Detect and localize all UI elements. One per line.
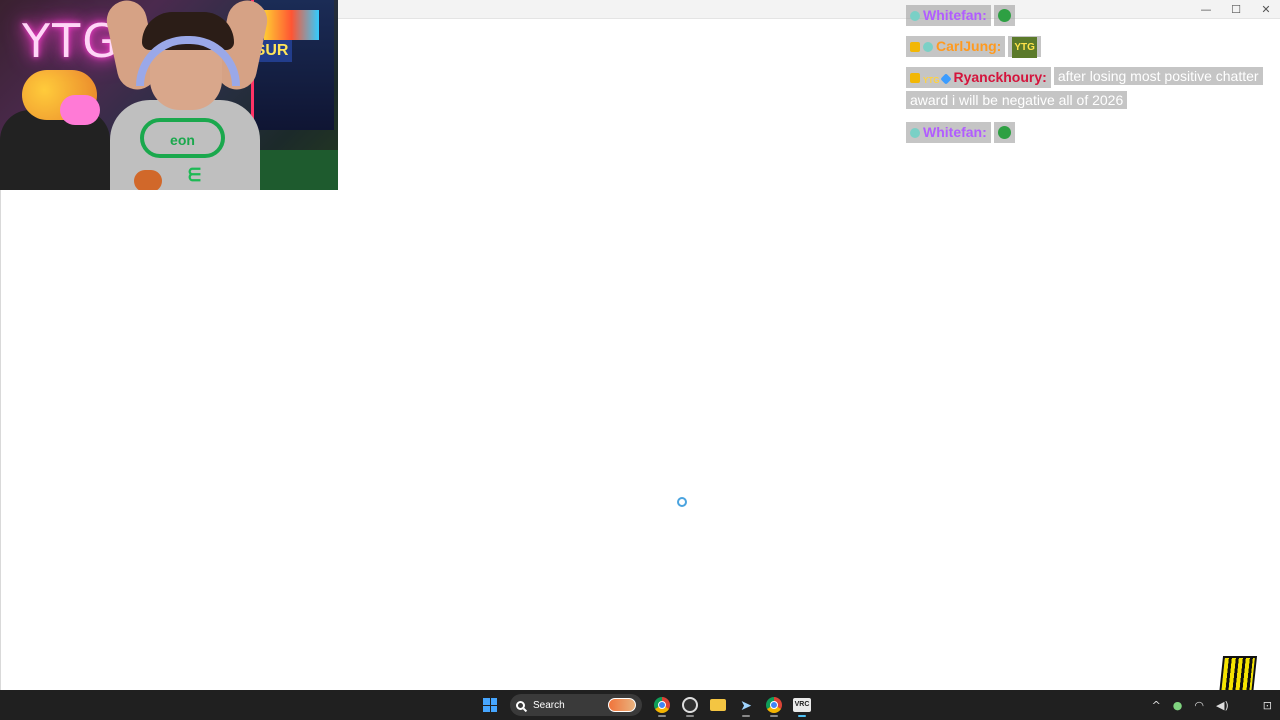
chat-username: Whitefan:: [923, 6, 987, 23]
gem-icon: [940, 73, 953, 85]
volume-icon[interactable]: ◀): [1216, 699, 1229, 712]
steam-button[interactable]: ➤: [734, 693, 758, 717]
chat-username-chip: YTG Ryanckhoury:: [906, 66, 1051, 88]
windows-icon: [483, 698, 497, 712]
chat-username: Whitefan:: [923, 123, 987, 140]
chrome-profile-icon: [766, 697, 782, 713]
sub-icon: [910, 127, 920, 138]
chat-username-chip: Whitefan:: [906, 121, 991, 143]
chrome-icon: [654, 697, 670, 713]
chat-username: CarlJung:: [936, 37, 1002, 54]
file-explorer-button[interactable]: [706, 693, 730, 717]
ytg-emote-icon: YTG: [1012, 36, 1037, 58]
chat-username-chip: Whitefan:: [906, 4, 991, 26]
crown-icon: [910, 41, 920, 52]
green-face-emote-icon: [997, 125, 1011, 139]
sub-icon: [923, 41, 933, 52]
emote-chip: YTG: [1008, 35, 1041, 58]
loading-spinner-icon: [677, 497, 687, 507]
chat-message: YTG Ryanckhoury: after losing most positi…: [906, 64, 1270, 112]
wifi-icon[interactable]: ◠: [1194, 699, 1204, 712]
search-highlight-icon: [608, 698, 636, 712]
chevron-up-icon[interactable]: ^: [1152, 699, 1161, 712]
obs-icon: [682, 697, 698, 713]
green-face-emote-icon: [997, 8, 1011, 22]
chat-message: Whitefan:: [906, 2, 1270, 26]
chat-message: Whitefan:: [906, 119, 1270, 143]
search-icon: [516, 700, 525, 710]
taskbar-search[interactable]: Search: [510, 694, 642, 716]
neon-sign: YTG: [22, 14, 120, 68]
microphone-icon[interactable]: ●: [1173, 699, 1183, 712]
crown-icon: [910, 72, 920, 83]
chat-username: Ryanckhoury:: [953, 68, 1047, 85]
vrchat-button[interactable]: VRC: [790, 693, 814, 717]
vrchat-icon: VRC: [793, 698, 811, 712]
shirt-logo-icon: ᗴ: [188, 165, 201, 185]
shirt-print: eon: [140, 118, 225, 158]
webcam-overlay: YTG ESUR eon ᗴ: [0, 0, 338, 190]
plush-toy: [60, 95, 100, 125]
start-button[interactable]: [478, 693, 502, 717]
emote-chip: [993, 4, 1015, 26]
notification-bell-icon[interactable]: ⊡: [1263, 699, 1272, 712]
chat-username-chip: CarlJung:: [906, 35, 1006, 57]
ytg-badge-icon: YTG: [923, 75, 940, 85]
emote-chip: [993, 121, 1015, 143]
chat-overlay: Whitefan: CarlJung: YTG YTG Ryanckhoury: …: [906, 2, 1270, 150]
chat-message: CarlJung: YTG: [906, 33, 1270, 58]
system-tray: ^ ● ◠ ◀) ⊡: [1152, 690, 1272, 720]
obs-button[interactable]: [678, 693, 702, 717]
taskbar-apps: Search ➤ VRC: [478, 690, 814, 720]
folder-icon: [710, 699, 726, 711]
basketball: [134, 170, 162, 190]
chrome-button[interactable]: [650, 693, 674, 717]
search-label: Search: [533, 699, 565, 711]
taskbar: Search ➤ VRC ^ ● ◠ ◀) ⊡: [0, 690, 1280, 720]
chrome-profile-button[interactable]: [762, 693, 786, 717]
steam-icon: ➤: [740, 697, 752, 713]
sub-icon: [910, 10, 920, 21]
